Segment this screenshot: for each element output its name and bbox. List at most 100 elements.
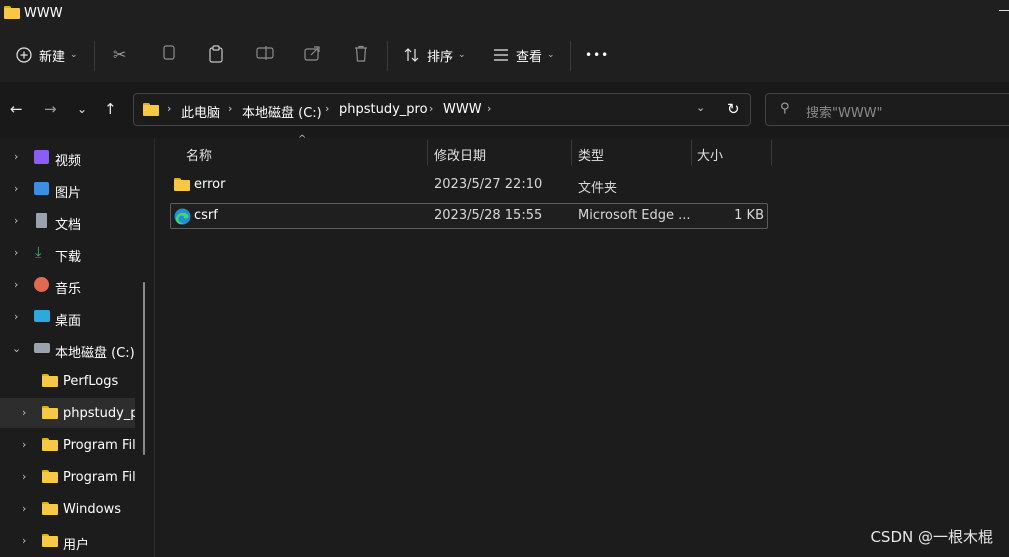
folder-icon	[4, 6, 20, 19]
column-header-size[interactable]: 大小	[697, 145, 723, 164]
window-title: WWW	[24, 6, 63, 21]
sidebar-item-pictures[interactable]: › 图片	[0, 174, 146, 204]
breadcrumb-separator-icon[interactable]: ›	[487, 102, 491, 115]
column-divider[interactable]	[771, 140, 772, 166]
breadcrumb-local-disk[interactable]: 本地磁盘 (C:)	[242, 102, 322, 121]
share-icon[interactable]	[304, 45, 321, 65]
sidebar-item-perflogs[interactable]: PerfLogs	[0, 366, 146, 396]
chevron-right-icon[interactable]: ›	[14, 214, 18, 227]
file-row-error[interactable]: error 2023/5/27 22:10 文件夹	[170, 172, 768, 198]
forward-arrow-icon[interactable]: →	[44, 100, 57, 118]
paste-icon[interactable]	[208, 45, 224, 67]
file-modified: 2023/5/27 22:10	[434, 177, 543, 192]
file-name: csrf	[194, 208, 218, 223]
breadcrumb-this-pc[interactable]: 此电脑	[181, 102, 220, 121]
sidebar-item-local-disk[interactable]: ⌄ 本地磁盘 (C:)	[0, 334, 146, 364]
file-name: error	[194, 177, 226, 192]
toolbar-divider	[94, 41, 95, 71]
video-icon	[34, 150, 49, 164]
column-divider[interactable]	[427, 140, 428, 166]
chevron-down-icon: ⌄	[547, 50, 555, 60]
search-icon: ⚲	[780, 101, 790, 116]
chevron-right-icon[interactable]: ›	[14, 246, 18, 259]
sidebar-item-music[interactable]: › 音乐	[0, 270, 146, 300]
column-divider[interactable]	[691, 140, 692, 166]
sidebar-item-videos[interactable]: › 视频	[0, 142, 146, 172]
view-icon	[494, 49, 508, 61]
breadcrumb-phpstudy-pro[interactable]: phpstudy_pro	[339, 102, 428, 117]
folder-icon	[42, 470, 58, 483]
breadcrumb-separator-icon[interactable]: ›	[429, 102, 433, 115]
column-divider[interactable]	[571, 140, 572, 166]
sidebar-item-label: 文档	[55, 218, 82, 233]
chevron-right-icon[interactable]: ›	[14, 310, 18, 323]
address-bar[interactable]: › 此电脑 › 本地磁盘 (C:) › phpstudy_pro › WWW ›…	[133, 93, 751, 126]
breadcrumb-separator-icon[interactable]: ›	[325, 102, 329, 115]
sidebar-scrollbar[interactable]	[143, 282, 145, 455]
column-header-modified[interactable]: 修改日期	[434, 145, 486, 164]
new-button[interactable]: 新建 ⌄	[16, 28, 78, 82]
sidebar-item-label: Program Files	[63, 438, 136, 453]
sidebar-item-windows[interactable]: › Windows	[0, 494, 146, 524]
address-history-chevron-icon[interactable]: ⌄	[696, 101, 705, 114]
column-header-type[interactable]: 类型	[578, 145, 604, 164]
column-header-name[interactable]: 名称	[186, 145, 212, 164]
new-label: 新建	[39, 49, 66, 65]
delete-icon[interactable]	[353, 45, 369, 66]
sidebar-item-downloads[interactable]: › ⤓ 下载	[0, 238, 146, 268]
chevron-right-icon[interactable]: ›	[22, 534, 26, 547]
sort-label: 排序	[427, 49, 454, 65]
chevron-right-icon[interactable]: ›	[22, 502, 26, 515]
file-type: 文件夹	[578, 181, 618, 196]
sidebar-item-users[interactable]: › 用户	[0, 526, 146, 556]
chevron-down-icon[interactable]: ⌄	[12, 342, 21, 355]
navigation-pane: › 视频 › 图片 › 文档 › ⤓ 下载 › 音乐 › 桌面 ⌄ 本地磁盘 (…	[0, 138, 146, 557]
plus-circle-icon	[16, 47, 32, 63]
cut-icon[interactable]: ✂	[113, 45, 126, 64]
search-input[interactable]: 搜索"WWW"	[806, 102, 883, 121]
sort-button[interactable]: 排序 ⌄	[404, 28, 466, 82]
chevron-right-icon[interactable]: ›	[22, 438, 26, 451]
sidebar-item-label: 视频	[55, 154, 82, 169]
file-modified: 2023/5/28 15:55	[434, 208, 543, 223]
breadcrumb-www[interactable]: WWW	[443, 102, 482, 117]
search-box[interactable]: ⚲ 搜索"WWW"	[765, 93, 1009, 126]
sidebar-item-phpstudy-pro[interactable]: › phpstudy_pro	[0, 398, 135, 428]
chevron-down-icon: ⌄	[458, 50, 466, 60]
music-icon	[34, 277, 49, 292]
up-arrow-icon[interactable]: ↑	[104, 100, 117, 118]
sidebar-item-label: PerfLogs	[63, 374, 119, 389]
sort-ascending-icon: ^	[298, 134, 307, 145]
refresh-icon[interactable]: ↻	[727, 100, 740, 118]
sidebar-item-program-files[interactable]: › Program Files	[0, 430, 146, 460]
recent-locations-chevron-icon[interactable]: ⌄	[77, 102, 87, 116]
folder-icon	[42, 534, 58, 547]
sidebar-item-label: Windows	[63, 502, 122, 517]
back-arrow-icon[interactable]: ←	[10, 100, 23, 118]
pictures-icon	[34, 182, 49, 195]
toolbar-divider	[570, 41, 571, 71]
chevron-right-icon[interactable]: ›	[22, 406, 26, 419]
sidebar-item-label: Program Files (x86)	[63, 470, 136, 485]
sidebar-item-program-files-x86[interactable]: › Program Files (x86)	[0, 462, 146, 492]
pane-divider[interactable]	[154, 138, 155, 557]
sidebar-item-desktop[interactable]: › 桌面	[0, 302, 146, 332]
breadcrumb-separator-icon[interactable]: ›	[228, 102, 232, 115]
breadcrumb-separator-icon[interactable]: ›	[167, 102, 171, 115]
more-options-button[interactable]: •••	[585, 28, 609, 82]
view-button[interactable]: 查看 ⌄	[493, 28, 555, 82]
desktop-icon	[34, 310, 50, 322]
rename-icon[interactable]	[256, 45, 274, 65]
chevron-right-icon[interactable]: ›	[14, 150, 18, 163]
minimize-button[interactable]	[999, 10, 1009, 11]
file-row-csrf[interactable]: csrf 2023/5/28 15:55 Microsoft Edge ... …	[170, 203, 768, 229]
copy-icon[interactable]	[161, 45, 177, 67]
sort-icon	[404, 48, 419, 62]
edge-icon	[174, 208, 191, 225]
file-type: Microsoft Edge ...	[578, 208, 691, 223]
sidebar-item-documents[interactable]: › 文档	[0, 206, 146, 236]
chevron-right-icon[interactable]: ›	[22, 470, 26, 483]
chevron-right-icon[interactable]: ›	[14, 278, 18, 291]
chevron-right-icon[interactable]: ›	[14, 182, 18, 195]
download-icon: ⤓	[35, 243, 42, 261]
